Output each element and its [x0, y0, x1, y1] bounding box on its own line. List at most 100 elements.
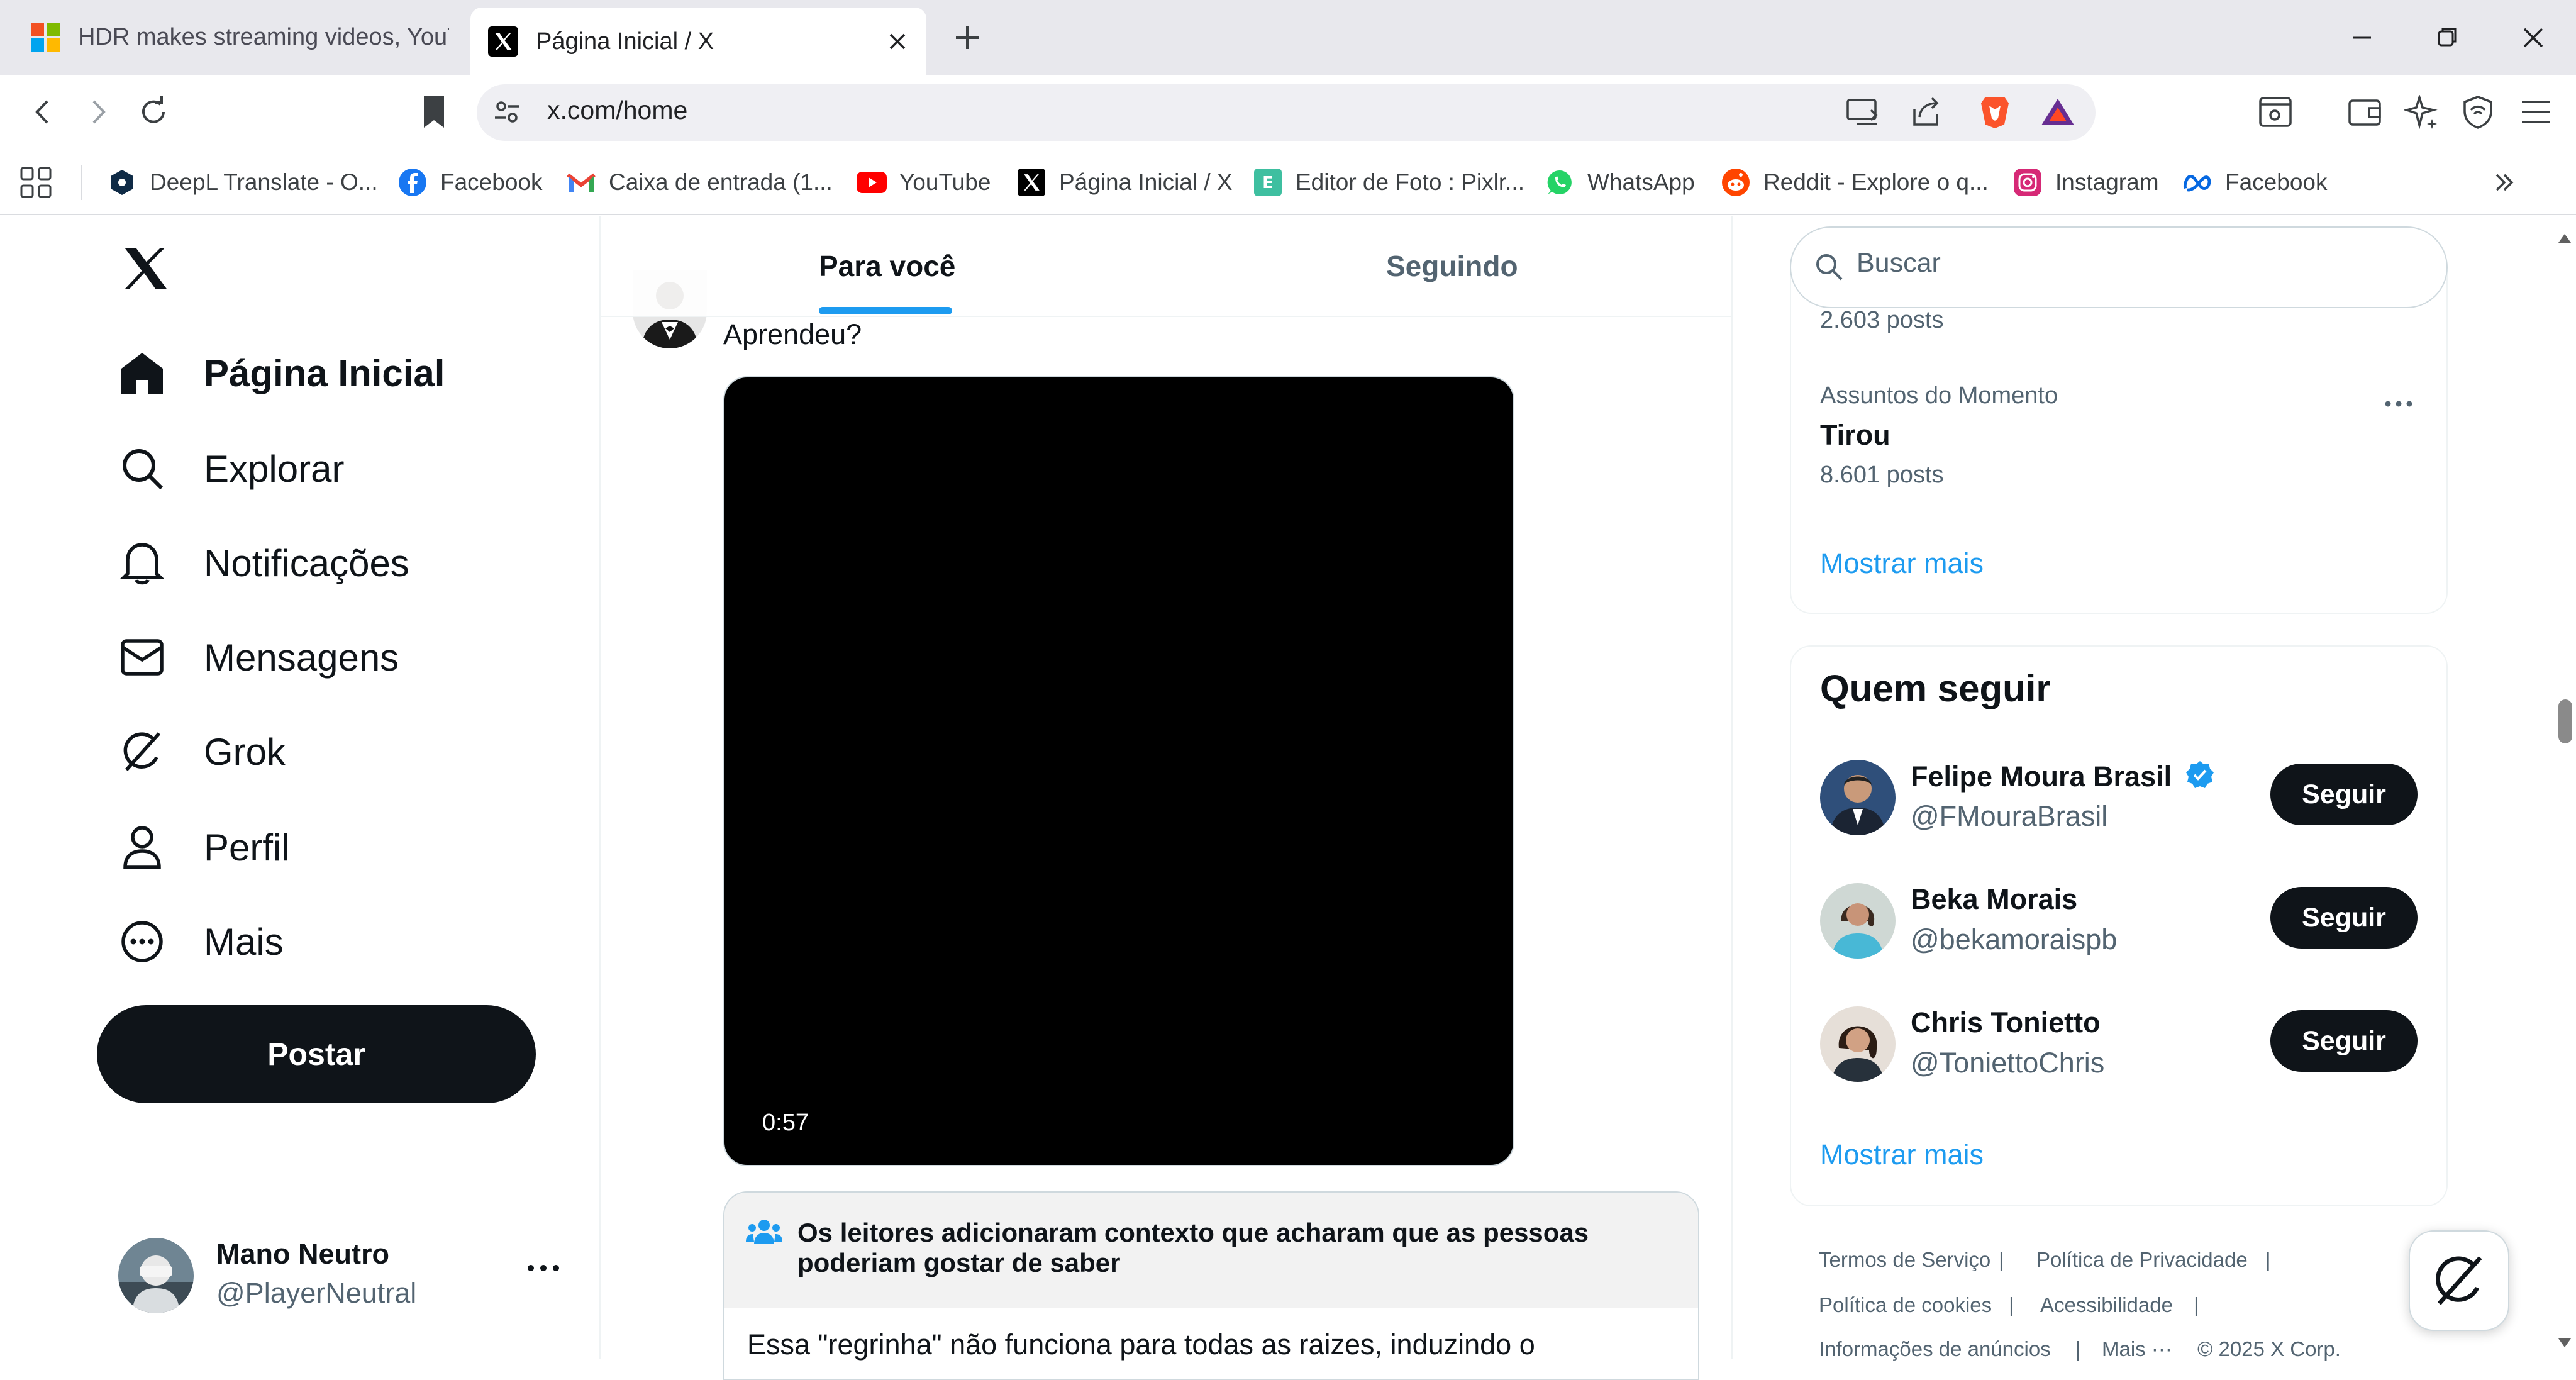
follow-handle: @ToniettoChris: [1911, 1047, 2105, 1079]
more-horizontal-icon[interactable]: [526, 1262, 561, 1274]
brave-shields-icon[interactable]: [1975, 92, 2015, 132]
show-more-follow-link[interactable]: Mostrar mais: [1820, 1138, 1984, 1171]
browser-tab-x-home[interactable]: Página Inicial / X: [470, 8, 926, 75]
page-scrollbar[interactable]: [2553, 216, 2576, 1359]
restore-icon[interactable]: [2429, 19, 2467, 57]
search-input[interactable]: Buscar: [1857, 248, 1941, 279]
nav-profile[interactable]: Perfil: [118, 813, 290, 882]
reader-mode-icon[interactable]: [2255, 92, 2296, 132]
footer-cookies-link[interactable]: Política de cookies: [1819, 1293, 1992, 1317]
pixlr-icon: E: [1253, 167, 1283, 198]
vpn-shield-icon[interactable]: [2458, 92, 2498, 132]
community-note-title: Os leitores adicionaram contexto que ach…: [797, 1218, 1589, 1277]
bookmark-gmail[interactable]: Caixa de entrada (1...: [566, 164, 833, 201]
back-icon[interactable]: [23, 92, 63, 132]
follow-suggestion[interactable]: Felipe Moura Brasil @FMouraBrasil Seguir: [1820, 757, 2418, 839]
tab-title: Página Inicial / X: [536, 28, 714, 55]
nav-label: Mais: [204, 920, 284, 963]
nav-home[interactable]: Página Inicial: [118, 338, 445, 408]
brave-rewards-icon[interactable]: [2038, 92, 2078, 132]
scroll-down-arrow-icon[interactable]: [2553, 1331, 2576, 1356]
share-icon[interactable]: [1906, 92, 1946, 132]
wallet-icon[interactable]: [2345, 92, 2385, 132]
nav-label: Explorar: [204, 447, 345, 490]
tab-following[interactable]: Seguindo: [1386, 249, 1518, 283]
nav-label: Notificações: [204, 542, 409, 584]
browser-tab-hdr[interactable]: HDR makes streaming videos, YouTube: [13, 6, 465, 68]
close-tab-icon[interactable]: [885, 29, 910, 54]
bookmark-youtube[interactable]: YouTube: [857, 164, 991, 201]
bookmark-facebook[interactable]: Facebook: [397, 164, 543, 201]
trend-name[interactable]: Tirou: [1820, 419, 1890, 452]
cast-icon[interactable]: [1843, 92, 1883, 132]
footer-ads-info-link[interactable]: Informações de anúncios: [1819, 1337, 2051, 1361]
whatsapp-icon: [1545, 167, 1575, 198]
bookmark-whatsapp[interactable]: WhatsApp: [1545, 164, 1695, 201]
youtube-icon: [857, 167, 887, 198]
community-note-text: Essa "regrinha" não funciona para todas …: [747, 1328, 1535, 1361]
nav-grok[interactable]: Grok: [118, 717, 286, 786]
follow-button[interactable]: Seguir: [2270, 1010, 2418, 1072]
menu-icon[interactable]: [2516, 92, 2556, 132]
bookmark-pixlr[interactable]: E Editor de Foto : Pixlr...: [1253, 164, 1524, 201]
follow-suggestion[interactable]: Beka Morais @bekamoraispb Seguir: [1820, 881, 2418, 962]
who-to-follow-title: Quem seguir: [1820, 667, 2051, 709]
bookmark-label: WhatsApp: [1587, 169, 1695, 195]
active-tab-indicator: [819, 307, 952, 314]
follow-button[interactable]: Seguir: [2270, 764, 2418, 825]
post-text: Aprendeu?: [723, 318, 862, 350]
bookmark-instagram[interactable]: Instagram: [2012, 164, 2159, 201]
bookmark-icon[interactable]: [414, 92, 454, 132]
footer-terms-link[interactable]: Termos de Serviço: [1819, 1248, 1990, 1272]
bookmark-reddit[interactable]: Reddit - Explore o q...: [1721, 164, 1989, 201]
nav-more[interactable]: Mais: [118, 907, 284, 976]
follow-button[interactable]: Seguir: [2270, 887, 2418, 949]
timeline-tabs: [601, 216, 1731, 317]
tab-title: HDR makes streaming videos, YouTube: [78, 23, 449, 50]
trend-post-count: 2.603 posts: [1820, 307, 1944, 333]
bookmark-x-home[interactable]: Página Inicial / X: [1016, 164, 1233, 201]
person-icon: [118, 823, 166, 871]
footer-more-link[interactable]: Mais ···: [2102, 1337, 2172, 1361]
minimize-icon[interactable]: [2343, 19, 2381, 57]
bookmark-label: Caixa de entrada (1...: [609, 169, 833, 195]
new-tab-icon[interactable]: [950, 20, 985, 55]
deepl-icon: [107, 167, 137, 198]
reload-icon[interactable]: [133, 92, 174, 132]
meta-icon: [2182, 167, 2212, 198]
show-more-trends-link[interactable]: Mostrar mais: [1820, 547, 1984, 580]
follow-suggestion[interactable]: Chris Tonietto @ToniettoChris Seguir: [1820, 1004, 2418, 1086]
scroll-up-arrow-icon[interactable]: [2553, 225, 2576, 250]
bookmark-deepl[interactable]: DeepL Translate - O...: [107, 164, 378, 201]
nav-notifications[interactable]: Notificações: [118, 528, 409, 598]
post-button[interactable]: Postar: [97, 1005, 536, 1103]
bookmark-facebook-meta[interactable]: Facebook: [2182, 164, 2328, 201]
follow-name: Felipe Moura Brasil: [1911, 760, 2215, 793]
apps-grid-icon[interactable]: [19, 164, 53, 201]
more-horizontal-icon[interactable]: [2384, 399, 2414, 409]
bookmark-label: YouTube: [899, 169, 991, 195]
tab-for-you[interactable]: Para você: [819, 249, 955, 283]
bookmark-label: Editor de Foto : Pixlr...: [1296, 169, 1524, 195]
scrollbar-thumb[interactable]: [2558, 699, 2572, 743]
close-window-icon[interactable]: [2514, 19, 2552, 57]
x-logo-icon: [1016, 167, 1046, 198]
footer-copyright: © 2025 X Corp.: [2197, 1337, 2341, 1361]
site-settings-icon[interactable]: [487, 92, 527, 132]
nav-explore[interactable]: Explorar: [118, 434, 344, 503]
grok-floating-button[interactable]: [2409, 1230, 2509, 1331]
bookmarks-divider: [80, 165, 82, 200]
x-logo-icon[interactable]: [118, 242, 172, 296]
video-player[interactable]: [723, 376, 1514, 1166]
more-bookmarks-icon[interactable]: [2492, 164, 2517, 201]
forward-icon[interactable]: [78, 92, 118, 132]
instagram-icon: [2012, 167, 2043, 198]
leo-ai-icon[interactable]: [2401, 92, 2441, 132]
account-switcher[interactable]: Mano Neutro @PlayerNeutral: [118, 1234, 571, 1316]
url-text[interactable]: x.com/home: [547, 96, 687, 125]
footer-accessibility-link[interactable]: Acessibilidade: [2040, 1293, 2173, 1317]
follow-handle: @bekamoraispb: [1911, 923, 2118, 955]
footer-privacy-link[interactable]: Política de Privacidade: [2036, 1248, 2248, 1272]
nav-messages[interactable]: Mensagens: [118, 623, 399, 692]
more-circle-icon: [118, 918, 166, 965]
